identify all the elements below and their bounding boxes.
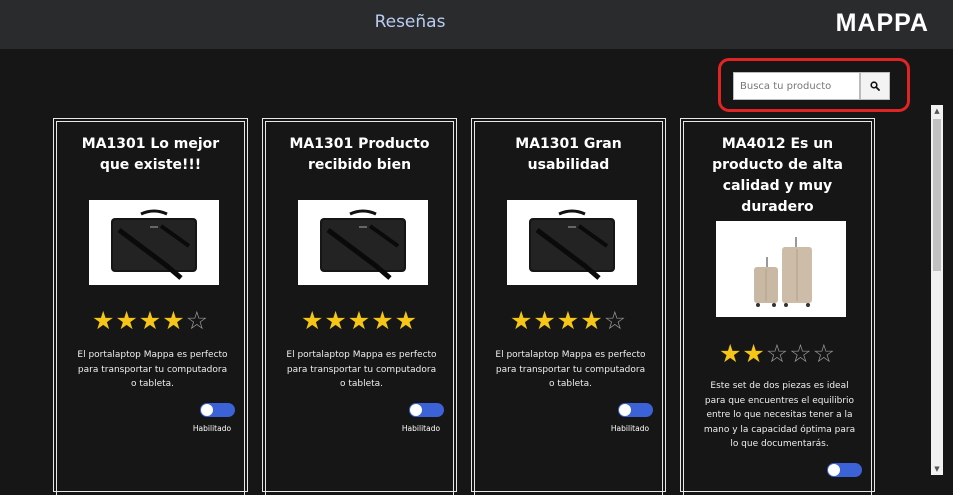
star-filled-icon: ★ xyxy=(394,306,419,335)
star-rating: ★★★★☆ xyxy=(57,308,244,334)
enabled-toggle[interactable] xyxy=(618,403,653,417)
review-card: MA1301 Lo mejor que existe!!! ★★★★☆ El p… xyxy=(53,118,248,495)
scroll-thumb[interactable] xyxy=(933,119,941,271)
toggle-label: Habilitado xyxy=(610,424,650,433)
star-rating: ★★★★☆ xyxy=(475,308,662,334)
enabled-toggle[interactable] xyxy=(827,463,862,477)
laptop-bag-image xyxy=(298,200,428,285)
star-filled-icon: ★ xyxy=(509,306,534,335)
review-card: MA1301 Gran usabilidad ★★★★☆ El portalap… xyxy=(471,118,666,495)
enabled-toggle[interactable] xyxy=(200,403,235,417)
star-empty-icon: ☆ xyxy=(812,339,837,368)
star-filled-icon: ★ xyxy=(580,306,604,335)
scroll-up-icon[interactable]: ▲ xyxy=(931,105,943,117)
star-filled-icon: ★ xyxy=(371,306,395,335)
luggage-set-image xyxy=(716,221,846,317)
toggle-label: Habilitado xyxy=(401,424,441,433)
laptop-bag-image xyxy=(89,200,219,285)
review-description: Este set de dos piezas es ideal para que… xyxy=(703,381,856,449)
star-filled-icon: ★ xyxy=(162,306,186,335)
star-empty-icon: ☆ xyxy=(185,306,210,335)
star-rating: ★★★★★ xyxy=(266,308,453,334)
brand-logo[interactable]: MAPPA xyxy=(836,9,929,38)
search-icon xyxy=(870,81,880,91)
search-input[interactable] xyxy=(733,72,860,100)
laptop-bag-image xyxy=(507,200,637,285)
star-rating: ★★☆☆☆ xyxy=(684,341,871,367)
star-filled-icon: ★ xyxy=(742,339,766,368)
review-title: MA1301 Producto recibido bien xyxy=(289,136,430,173)
star-filled-icon: ★ xyxy=(533,306,557,335)
star-filled-icon: ★ xyxy=(324,306,348,335)
star-filled-icon: ★ xyxy=(347,306,372,335)
star-filled-icon: ★ xyxy=(91,306,116,335)
top-bar: Reseñas MAPPA xyxy=(0,0,953,49)
star-filled-icon: ★ xyxy=(138,306,163,335)
search-button[interactable] xyxy=(860,72,890,100)
star-filled-icon: ★ xyxy=(300,306,325,335)
star-filled-icon: ★ xyxy=(556,306,581,335)
star-empty-icon: ☆ xyxy=(765,339,790,368)
star-filled-icon: ★ xyxy=(115,306,139,335)
enabled-toggle[interactable] xyxy=(409,403,444,417)
page-title: Reseñas xyxy=(374,12,446,32)
star-empty-icon: ☆ xyxy=(603,306,628,335)
review-card: MA4012 Es un producto de alta calidad y … xyxy=(680,118,875,495)
scroll-down-icon[interactable]: ▼ xyxy=(931,463,943,475)
review-description: El portalaptop Mappa es perfecto para tr… xyxy=(495,350,646,389)
review-description: El portalaptop Mappa es perfecto para tr… xyxy=(77,350,228,389)
toggle-label: Habilitado xyxy=(192,424,232,433)
review-title: MA1301 Gran usabilidad xyxy=(515,136,622,173)
star-filled-icon: ★ xyxy=(718,339,743,368)
review-card: MA1301 Producto recibido bien ★★★★★ El p… xyxy=(262,118,457,495)
review-title: MA1301 Lo mejor que existe!!! xyxy=(81,136,220,173)
scrollbar[interactable]: ▲ ▼ xyxy=(931,105,943,475)
review-title: MA4012 Es un producto de alta calidad y … xyxy=(712,136,843,215)
review-description: El portalaptop Mappa es perfecto para tr… xyxy=(286,350,437,389)
star-empty-icon: ☆ xyxy=(789,339,813,368)
